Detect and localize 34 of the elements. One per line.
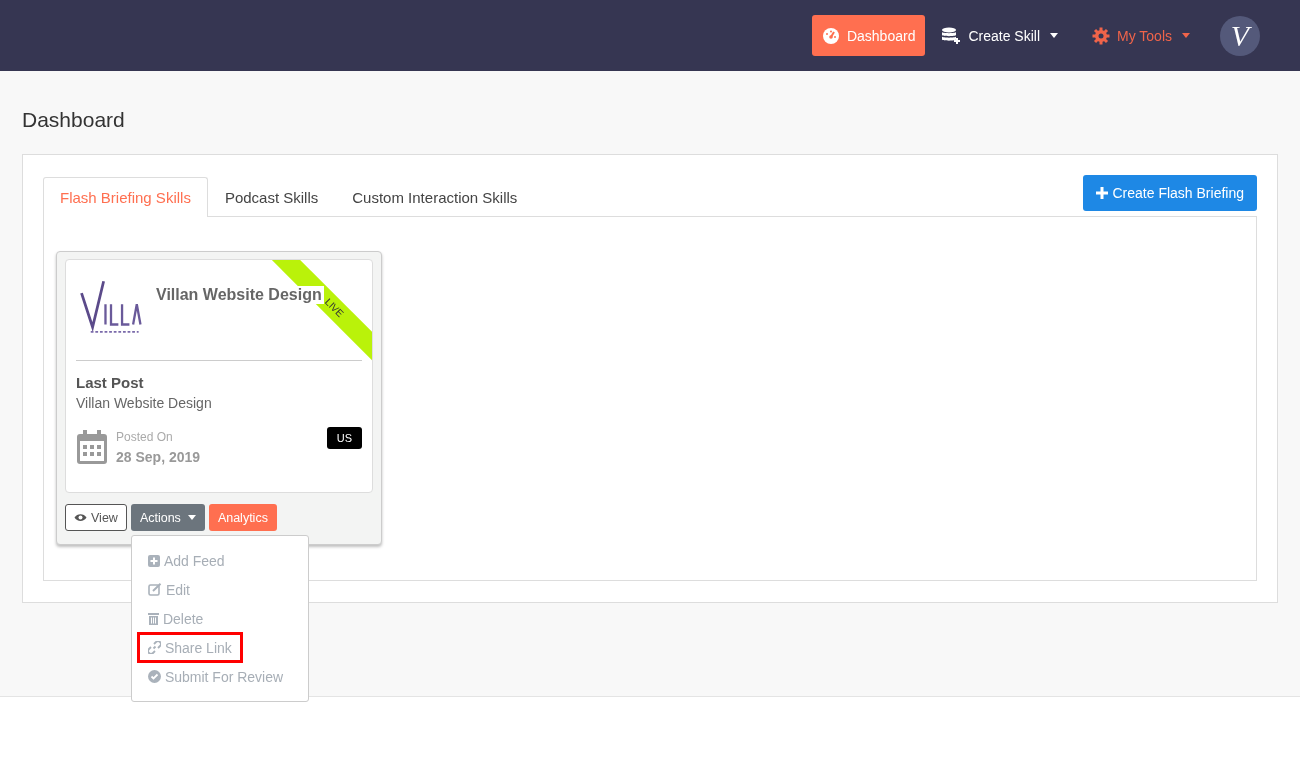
gear-icon: [1092, 26, 1110, 45]
user-avatar[interactable]: V: [1220, 15, 1260, 56]
calendar-icon: [76, 429, 108, 465]
create-skill-menu[interactable]: Create Skill: [931, 15, 1068, 56]
menu-item[interactable]: Share Link: [139, 635, 240, 660]
analytics-button[interactable]: Analytics: [208, 504, 277, 531]
actions-dropdown-button[interactable]: Actions: [130, 504, 205, 531]
my-tools-menu[interactable]: My Tools: [1082, 15, 1200, 56]
plus-square-icon: [147, 554, 160, 567]
link-icon: [147, 641, 161, 654]
create-flash-briefing-button[interactable]: Create Flash Briefing: [1083, 175, 1257, 211]
edit-icon: [147, 583, 162, 596]
menu-item[interactable]: Delete: [139, 606, 212, 631]
tab[interactable]: Flash Briefing Skills: [43, 177, 208, 217]
menu-item[interactable]: Add Feed: [139, 548, 233, 573]
view-button[interactable]: View: [65, 504, 127, 531]
page-title: Dashboard: [22, 108, 126, 132]
last-post-title: Villan Website Design: [76, 395, 213, 411]
plus-icon: [1096, 187, 1109, 199]
check-circle-icon: [147, 670, 161, 683]
skill-title: Villan Website Design: [156, 286, 324, 304]
locale-badge: US: [326, 427, 362, 449]
posted-date: 28 Sep, 2019: [116, 448, 201, 465]
dashboard-nav-button[interactable]: Dashboard: [811, 15, 926, 56]
menu-item[interactable]: Edit: [139, 577, 198, 602]
menu-item[interactable]: Submit For Review: [139, 664, 292, 689]
tab[interactable]: Podcast Skills: [207, 177, 336, 217]
gauge-icon: [821, 26, 840, 45]
trash-icon: [147, 612, 159, 625]
last-post-label: Last Post: [76, 374, 145, 391]
tab[interactable]: Custom Interaction Skills: [335, 177, 535, 217]
posted-on-label: Posted On: [116, 429, 174, 444]
eye-icon: [74, 513, 87, 522]
database-plus-icon: [941, 26, 962, 45]
